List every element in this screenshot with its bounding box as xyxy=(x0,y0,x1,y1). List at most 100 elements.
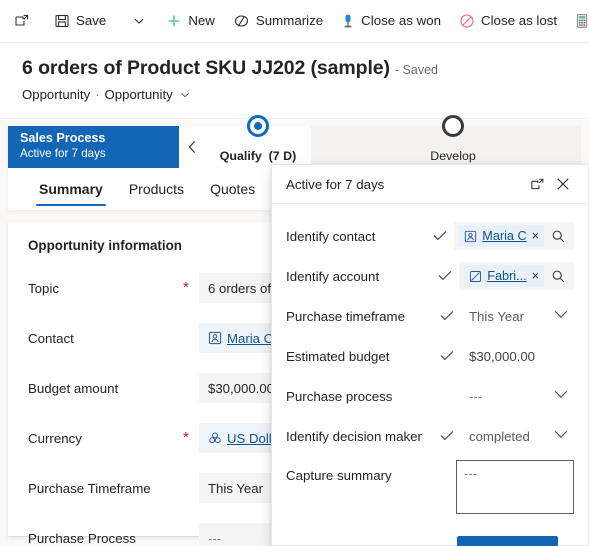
close-as-won-label: Close as won xyxy=(361,13,441,29)
close-as-won-button[interactable]: Close as won xyxy=(332,0,450,42)
chevron-down-icon[interactable] xyxy=(180,90,190,102)
step-field-purchase-timeframe[interactable]: This Year xyxy=(462,301,574,331)
check-icon xyxy=(440,309,462,324)
bpf-collapse-button[interactable] xyxy=(179,126,205,168)
bpf-stage-list: Qualify (7 D) Develop xyxy=(205,115,581,168)
tab-products[interactable]: Products xyxy=(116,168,197,210)
breadcrumb: Opportunity · Opportunity xyxy=(22,87,589,102)
chevron-down-icon[interactable] xyxy=(548,430,574,442)
bpf-stage-develop[interactable]: Develop xyxy=(397,115,509,168)
next-stage-button[interactable]: Next Stage xyxy=(457,536,558,546)
save-button[interactable]: Save xyxy=(45,0,115,42)
step-field-identify-decision-maker[interactable]: completed xyxy=(462,421,574,451)
step-label-capture-summary: Capture summary xyxy=(286,468,392,483)
step-field-estimated-budget[interactable]: $30,000.00 xyxy=(462,341,574,371)
step-label-identify-contact: Identify contact xyxy=(286,228,376,244)
field-label-currency: Currency xyxy=(28,430,82,446)
chevron-down-icon xyxy=(133,15,145,27)
bpf-process-status: Active for 7 days xyxy=(20,147,106,160)
search-icon[interactable] xyxy=(544,229,572,244)
search-icon[interactable] xyxy=(544,269,572,284)
breadcrumb-separator: · xyxy=(95,87,100,102)
lookup-chip-contact[interactable]: Maria C × xyxy=(459,225,544,247)
step-label-purchase-timeframe: Purchase timeframe xyxy=(286,308,405,324)
check-icon xyxy=(438,269,460,284)
field-label-purchase-process: Purchase Process xyxy=(28,530,136,546)
open-record-set-button[interactable] xyxy=(0,0,39,42)
close-as-lost-button[interactable]: Close as lost xyxy=(450,0,566,42)
lookup-pill[interactable]: Fabri... × xyxy=(459,262,574,290)
step-identify-contact: Identify contact Maria C × xyxy=(286,220,574,252)
step-value-identify-decision-maker: completed xyxy=(469,428,530,444)
new-button[interactable]: New xyxy=(157,0,224,42)
summarize-icon xyxy=(233,13,250,29)
recalculate-button[interactable]: Re xyxy=(566,0,589,42)
remove-chip-icon[interactable]: × xyxy=(532,269,539,283)
stage-flyout-actions: Next Stage xyxy=(286,524,574,546)
close-icon[interactable] xyxy=(550,171,576,197)
field-label-budget-amount: Budget amount xyxy=(28,380,119,396)
step-field-identify-contact[interactable]: Maria C × xyxy=(454,221,574,251)
chevron-down-icon[interactable] xyxy=(548,310,574,322)
breadcrumb-form[interactable]: Opportunity xyxy=(105,87,173,102)
stage-upcoming-ring-icon xyxy=(442,115,464,137)
close-as-lost-label: Close as lost xyxy=(481,13,558,29)
lookup-chip-contact-label: Maria C xyxy=(482,229,527,243)
check-icon xyxy=(433,229,454,244)
lookup-chip-account[interactable]: Fabri... × xyxy=(464,265,544,287)
popout-icon[interactable] xyxy=(524,171,550,197)
required-indicator: * xyxy=(183,429,189,446)
step-identify-decision-maker: Identify decision maker completed xyxy=(286,420,574,452)
field-label-topic: Topic xyxy=(28,280,60,296)
bpf-stage-qualify[interactable]: Qualify (7 D) xyxy=(205,115,311,168)
breadcrumb-entity[interactable]: Opportunity xyxy=(22,87,90,102)
page-title-row: 6 orders of Product SKU JJ202 (sample) - … xyxy=(22,57,589,80)
save-label: Save xyxy=(76,13,107,29)
save-icon xyxy=(54,13,70,29)
step-field-identify-account[interactable]: Fabri... × xyxy=(459,261,574,291)
page-title: 6 orders of Product SKU JJ202 (sample) xyxy=(22,57,390,79)
summarize-button[interactable]: Summarize xyxy=(224,0,332,42)
currency-icon xyxy=(208,431,222,445)
bpf-process-header[interactable]: Sales Process Active for 7 days xyxy=(8,126,179,168)
check-icon xyxy=(440,349,462,364)
lookup-pill[interactable]: Maria C × xyxy=(454,222,574,250)
step-label-identify-decision-maker: Identify decision maker xyxy=(286,428,422,444)
save-options-button[interactable] xyxy=(121,0,157,42)
step-purchase-timeframe: Purchase timeframe This Year xyxy=(286,300,574,332)
crm-record-page: Save New Summarize Close as won Close as… xyxy=(0,0,589,546)
required-indicator: * xyxy=(183,279,189,296)
step-capture-summary: Capture summary --- xyxy=(286,460,574,516)
tab-summary[interactable]: Summary xyxy=(26,168,116,210)
step-estimated-budget: Estimated budget $30,000.00 xyxy=(286,340,574,372)
stage-flyout-header: Active for 7 days xyxy=(272,165,588,204)
step-value-purchase-process: --- xyxy=(469,388,483,404)
stage-flyout-steps: Identify contact Maria C × Identify acco… xyxy=(272,204,588,546)
chevron-down-icon[interactable] xyxy=(548,390,574,402)
remove-chip-icon[interactable]: × xyxy=(532,229,539,243)
step-identify-account: Identify account Fabri... × xyxy=(286,260,574,292)
stage-flyout: Active for 7 days Identify contact Maria… xyxy=(271,164,589,546)
step-value-estimated-budget: $30,000.00 xyxy=(469,348,536,364)
step-field-purchase-process[interactable]: --- xyxy=(462,381,574,411)
tab-quotes[interactable]: Quotes xyxy=(197,168,268,210)
popout-icon xyxy=(14,13,30,29)
contact-icon xyxy=(208,331,222,345)
plus-icon xyxy=(166,13,182,29)
summarize-label: Summarize xyxy=(255,13,324,29)
new-label: New xyxy=(188,13,215,29)
stage-active-ring-icon xyxy=(247,115,269,137)
step-purchase-process: Purchase process --- xyxy=(286,380,574,412)
blocked-icon xyxy=(459,13,475,29)
save-status: - Saved xyxy=(394,63,438,77)
step-label-estimated-budget: Estimated budget xyxy=(286,348,390,364)
command-bar: Save New Summarize Close as won Close as… xyxy=(0,0,589,43)
trophy-icon xyxy=(341,13,355,29)
calculator-icon xyxy=(575,13,589,29)
check-icon xyxy=(440,429,462,444)
step-label-identify-account: Identify account xyxy=(286,268,380,284)
capture-summary-textarea[interactable]: --- xyxy=(456,460,574,514)
bpf-process-name: Sales Process xyxy=(20,131,106,145)
step-field-capture-summary[interactable]: --- xyxy=(456,460,574,514)
step-label-purchase-process: Purchase process xyxy=(286,388,393,404)
